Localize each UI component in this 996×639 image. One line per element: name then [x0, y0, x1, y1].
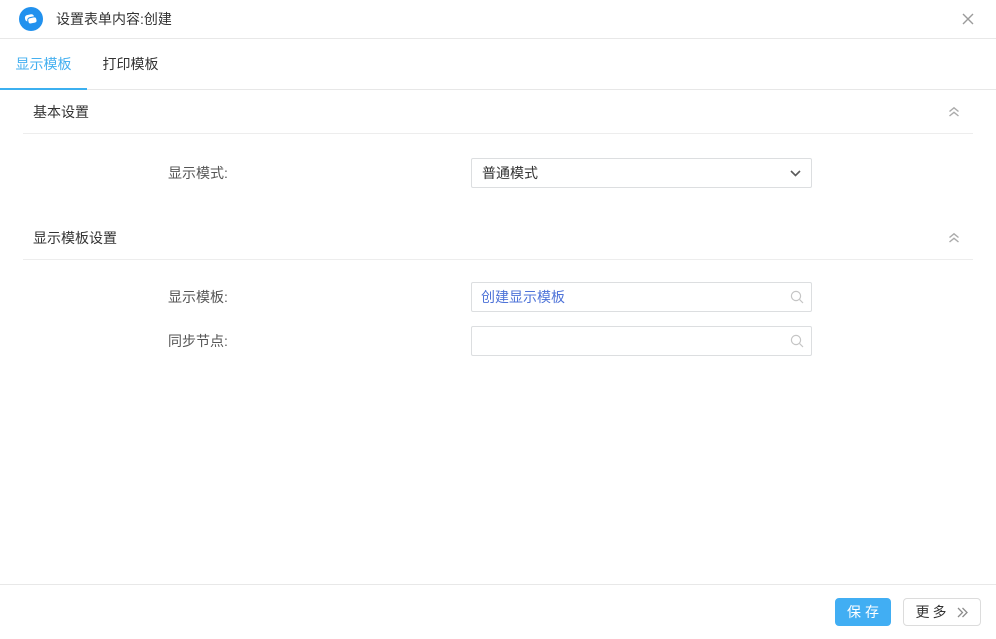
- tab-print-template[interactable]: 打印模板: [87, 39, 174, 89]
- sync-node-field: [471, 326, 812, 356]
- section-display-template-settings: 显示模板设置 显示模板:: [23, 216, 973, 356]
- app-logo-icon: [19, 7, 43, 31]
- dialog-footer: 保存 更多: [0, 584, 996, 639]
- dialog-header: 设置表单内容:创建: [0, 0, 996, 39]
- dialog-content: 基本设置 显示模式: 普通模式: [0, 90, 996, 584]
- double-chevron-right-icon: [956, 607, 969, 618]
- close-icon[interactable]: [956, 7, 980, 31]
- section-basic-settings: 基本设置 显示模式: 普通模式: [23, 90, 973, 188]
- display-template-input[interactable]: [471, 282, 812, 312]
- double-chevron-up-icon[interactable]: [945, 104, 963, 120]
- double-chevron-up-icon[interactable]: [945, 230, 963, 246]
- display-mode-select[interactable]: 普通模式: [471, 158, 812, 188]
- dialog-title: 设置表单内容:创建: [56, 9, 172, 29]
- search-icon[interactable]: [789, 289, 805, 310]
- sync-node-label: 同步节点:: [168, 331, 471, 351]
- form-row: 显示模式: 普通模式: [23, 158, 973, 188]
- section-title: 基本设置: [33, 102, 89, 122]
- tab-bar: 显示模板 打印模板: [0, 39, 996, 90]
- search-icon[interactable]: [789, 333, 805, 354]
- section-title: 显示模板设置: [33, 228, 117, 248]
- form-row: 同步节点:: [23, 326, 973, 356]
- tab-label: 打印模板: [103, 54, 159, 74]
- display-mode-label: 显示模式:: [168, 163, 471, 183]
- select-value: 普通模式: [482, 163, 538, 183]
- section-header: 基本设置: [23, 90, 973, 134]
- section-header: 显示模板设置: [23, 216, 973, 260]
- save-button[interactable]: 保存: [835, 598, 891, 626]
- tab-display-template[interactable]: 显示模板: [0, 39, 87, 89]
- more-button[interactable]: 更多: [903, 598, 981, 626]
- form-settings-dialog: 设置表单内容:创建 显示模板 打印模板 基本设置: [0, 0, 996, 639]
- display-template-field: [471, 282, 812, 312]
- more-button-label: 更多: [916, 602, 950, 622]
- form-row: 显示模板:: [23, 282, 973, 312]
- display-template-label: 显示模板:: [168, 287, 471, 307]
- tab-label: 显示模板: [16, 54, 72, 74]
- chevron-down-icon: [790, 164, 801, 182]
- sync-node-input[interactable]: [471, 326, 812, 356]
